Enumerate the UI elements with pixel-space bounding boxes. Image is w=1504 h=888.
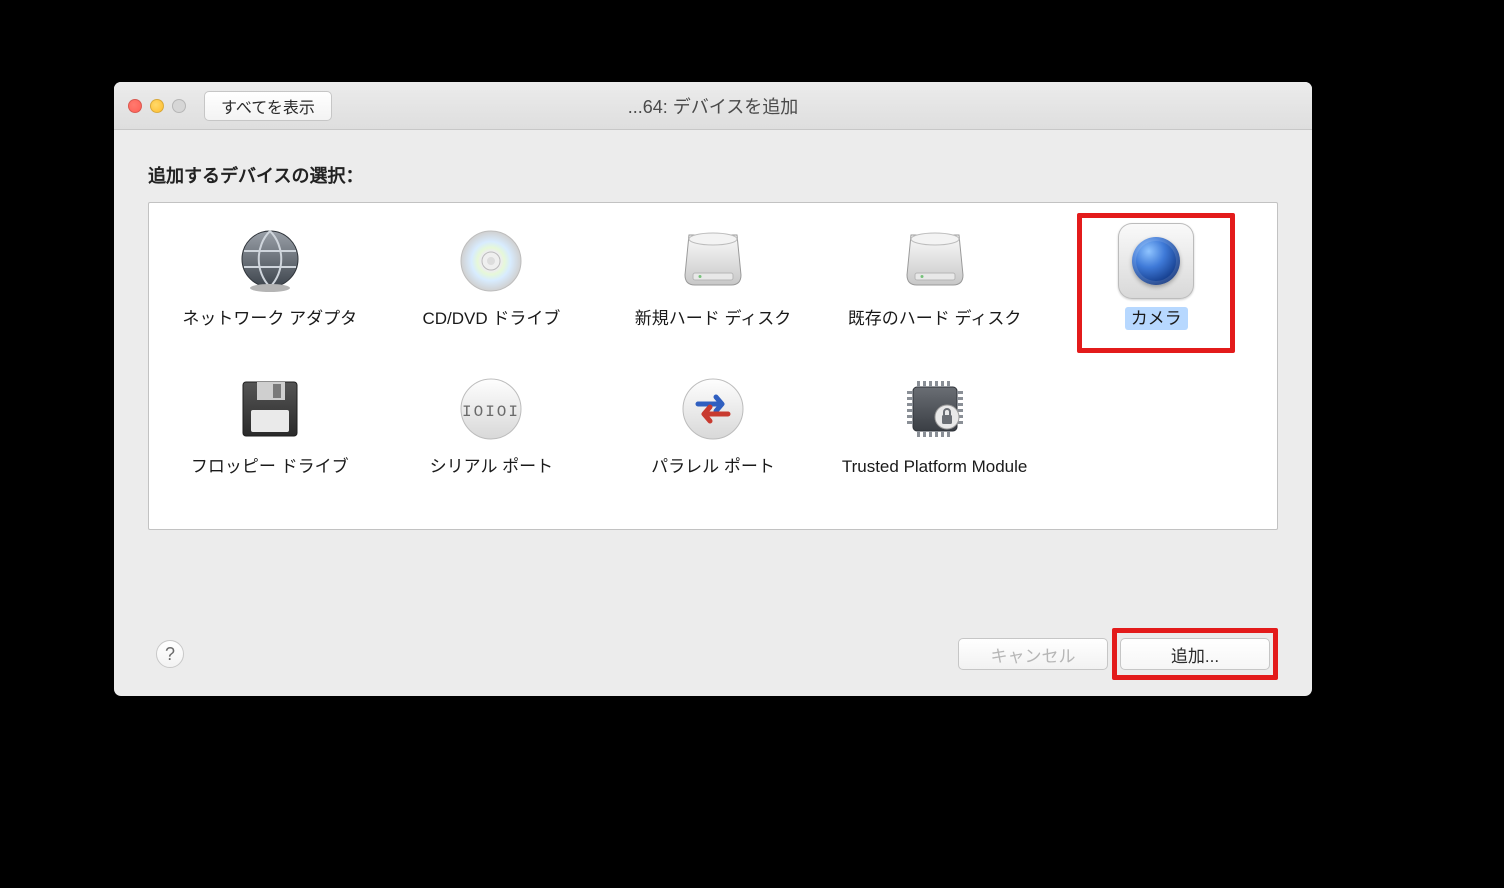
preferences-window: すべてを表示 ...64: デバイスを追加 追加するデバイスの選択： ネットワー… <box>114 82 1312 696</box>
device-item-tpm[interactable]: Trusted Platform Module <box>824 367 1046 507</box>
device-label: フロッピー ドライブ <box>185 455 355 478</box>
device-label: 既存のハード ディスク <box>842 307 1028 330</box>
device-label: CD/DVD ドライブ <box>416 307 566 330</box>
hdd-icon <box>895 221 975 301</box>
network-icon <box>230 221 310 301</box>
show-all-button[interactable]: すべてを表示 <box>204 91 332 121</box>
device-item-network-adapter[interactable]: ネットワーク アダプタ <box>159 219 381 359</box>
serial-icon: IOIOI <box>451 369 531 449</box>
device-item-serial-port[interactable]: IOIOI シリアル ポート <box>381 367 603 507</box>
camera-icon <box>1116 221 1196 301</box>
zoom-window-button <box>172 99 186 113</box>
minimize-window-button[interactable] <box>150 99 164 113</box>
floppy-icon <box>230 369 310 449</box>
traffic-lights <box>128 99 186 113</box>
disc-icon <box>451 221 531 301</box>
device-item-cd-dvd-drive[interactable]: CD/DVD ドライブ <box>381 219 603 359</box>
help-button[interactable]: ? <box>156 640 184 668</box>
close-window-button[interactable] <box>128 99 142 113</box>
device-label: 新規ハード ディスク <box>629 307 798 330</box>
device-label: パラレル ポート <box>645 455 781 478</box>
device-item-parallel-port[interactable]: パラレル ポート <box>602 367 824 507</box>
add-button[interactable]: 追加... <box>1120 638 1270 670</box>
svg-text:IOIOI: IOIOI <box>462 403 520 421</box>
device-list-box: ネットワーク アダプタ CD/DVD ドライブ 新規ハード ディスク 既存のハー… <box>148 202 1278 530</box>
tpm-icon <box>895 369 975 449</box>
footer: ? キャンセル 追加... <box>148 616 1278 678</box>
cancel-button[interactable]: キャンセル <box>958 638 1108 670</box>
titlebar: すべてを表示 ...64: デバイスを追加 <box>114 82 1312 130</box>
content-area: 追加するデバイスの選択： ネットワーク アダプタ CD/DVD ドライブ 新規ハ… <box>114 130 1312 696</box>
device-item-new-hdd[interactable]: 新規ハード ディスク <box>602 219 824 359</box>
device-label: カメラ <box>1125 307 1188 330</box>
device-item-camera[interactable]: カメラ <box>1045 219 1267 359</box>
parallel-icon <box>673 369 753 449</box>
device-label: Trusted Platform Module <box>836 455 1034 478</box>
device-item-floppy-drive[interactable]: フロッピー ドライブ <box>159 367 381 507</box>
device-label: ネットワーク アダプタ <box>176 307 363 330</box>
device-label: シリアル ポート <box>424 455 560 478</box>
section-label: 追加するデバイスの選択： <box>148 162 1278 188</box>
device-item-existing-hdd[interactable]: 既存のハード ディスク <box>824 219 1046 359</box>
device-grid: ネットワーク アダプタ CD/DVD ドライブ 新規ハード ディスク 既存のハー… <box>159 219 1267 507</box>
hdd-icon <box>673 221 753 301</box>
